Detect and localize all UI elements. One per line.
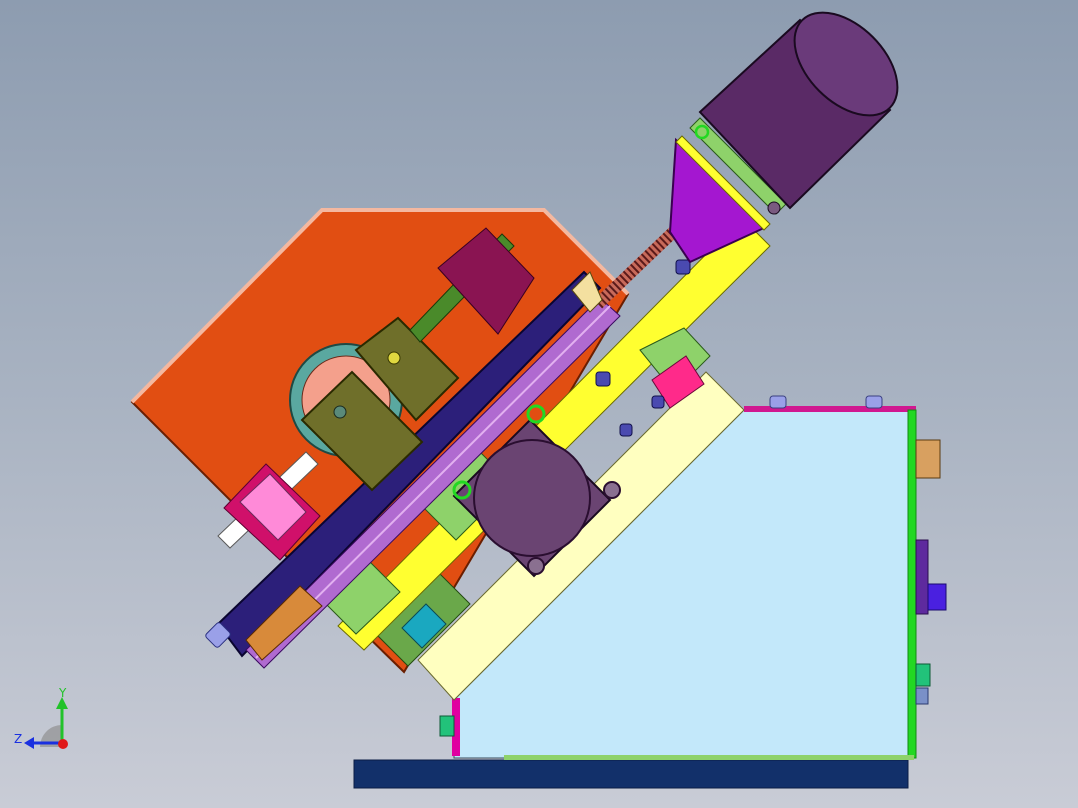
- triad-origin: [58, 739, 68, 749]
- z-axis-arrow: [24, 737, 34, 749]
- connector-bottom: [915, 663, 931, 687]
- plate-bolt: [595, 371, 611, 387]
- connector-middle: [915, 539, 929, 615]
- plate-bolt: [651, 395, 665, 409]
- top-screw: [865, 395, 883, 409]
- stepper-motor-body: [473, 439, 591, 557]
- axis-triad: Y Z: [14, 686, 68, 749]
- base-right-edge: [907, 409, 917, 759]
- z-axis-label: Z: [14, 732, 22, 746]
- top-screw: [769, 395, 787, 409]
- plate-bolt: [619, 423, 633, 437]
- cad-viewport[interactable]: [0, 0, 1078, 808]
- clamp-bolt: [387, 351, 401, 365]
- plate-bolt: [675, 259, 691, 275]
- motor-screw: [603, 481, 621, 499]
- motor-screw: [527, 557, 545, 575]
- left-stud: [439, 715, 455, 737]
- base-top-strip: [744, 406, 916, 412]
- y-axis-label: Y: [58, 686, 67, 700]
- connector-top: [915, 439, 941, 479]
- clamp-bolt: [333, 405, 347, 419]
- connector-bottom-cap: [915, 687, 929, 705]
- base-bottom-edge: [504, 755, 914, 760]
- bottom-rail: [353, 759, 909, 789]
- motor-mount-screw: [767, 201, 781, 215]
- connector-middle-plug: [927, 583, 947, 611]
